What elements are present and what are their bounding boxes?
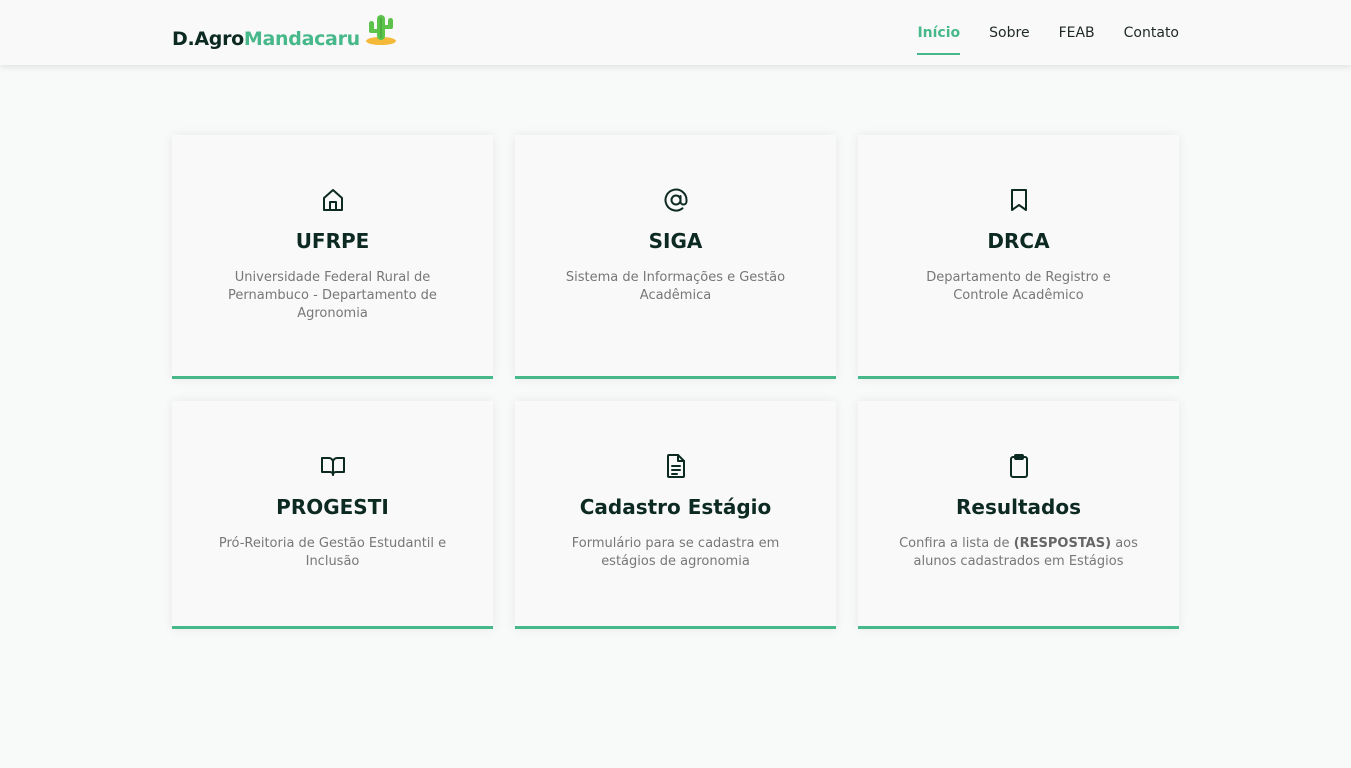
nav-item-sobre[interactable]: Sobre (989, 25, 1029, 41)
card-description: Departamento de Registro e Controle Acad… (926, 270, 1111, 303)
logo-text-accent: Mandacaru (243, 28, 360, 50)
nav-item-contato[interactable]: Contato (1124, 25, 1179, 41)
card-progesti[interactable]: PROGESTI Pró-Reitoria de Gestão Estudant… (172, 401, 493, 629)
nav-item-inicio[interactable]: Início (917, 25, 960, 55)
card-title: Resultados (956, 495, 1081, 519)
card-siga[interactable]: SIGA Sistema de Informações e Gestão Aca… (515, 135, 836, 379)
description-text-pre: Confira a lista de (899, 536, 1014, 551)
card-resultados[interactable]: Resultados Confira a lista de (RESPOSTAS… (858, 401, 1179, 629)
card-cadastro-estagio[interactable]: Cadastro Estágio Formulário para se cada… (515, 401, 836, 629)
card-description: Confira a lista de (RESPOSTAS) aos aluno… (898, 535, 1139, 571)
top-header: D.Agro Mandacaru Início Sobre FEAB Contat… (0, 0, 1351, 65)
clipboard-icon (858, 453, 1179, 479)
cactus-icon (364, 11, 398, 50)
bookmark-icon (858, 187, 1179, 213)
nav-item-feab[interactable]: FEAB (1059, 25, 1095, 41)
card-description: Sistema de Informações e Gestão Acadêmic… (565, 270, 786, 303)
card-title: UFRPE (295, 229, 370, 253)
services-grid: UFRPE Universidade Federal Rural de Pern… (172, 135, 1179, 645)
at-sign-icon (515, 187, 836, 213)
card-title: SIGA (648, 229, 703, 253)
card-drca[interactable]: DRCA Departamento de Registro e Controle… (858, 135, 1179, 379)
main-nav: Início Sobre FEAB Contato (888, 0, 1179, 65)
card-description: Pró-Reitoria de Gestão Estudantil e Incl… (218, 536, 447, 569)
card-description: Universidade Federal Rural de Pernambuco… (228, 270, 437, 321)
card-title: DRCA (987, 229, 1050, 253)
description-text-bold: (RESPOSTAS) (1013, 536, 1112, 551)
card-description: Formulário para se cadastra em estágios … (571, 536, 780, 569)
card-title: PROGESTI (276, 495, 389, 519)
file-text-icon (515, 453, 836, 479)
book-open-icon (172, 453, 493, 479)
home-icon (172, 187, 493, 213)
card-title: Cadastro Estágio (579, 495, 772, 519)
card-ufrpe[interactable]: UFRPE Universidade Federal Rural de Pern… (172, 135, 493, 379)
logo-text-primary: D.Agro (172, 28, 244, 50)
site-logo[interactable]: D.Agro Mandacaru (172, 14, 398, 50)
